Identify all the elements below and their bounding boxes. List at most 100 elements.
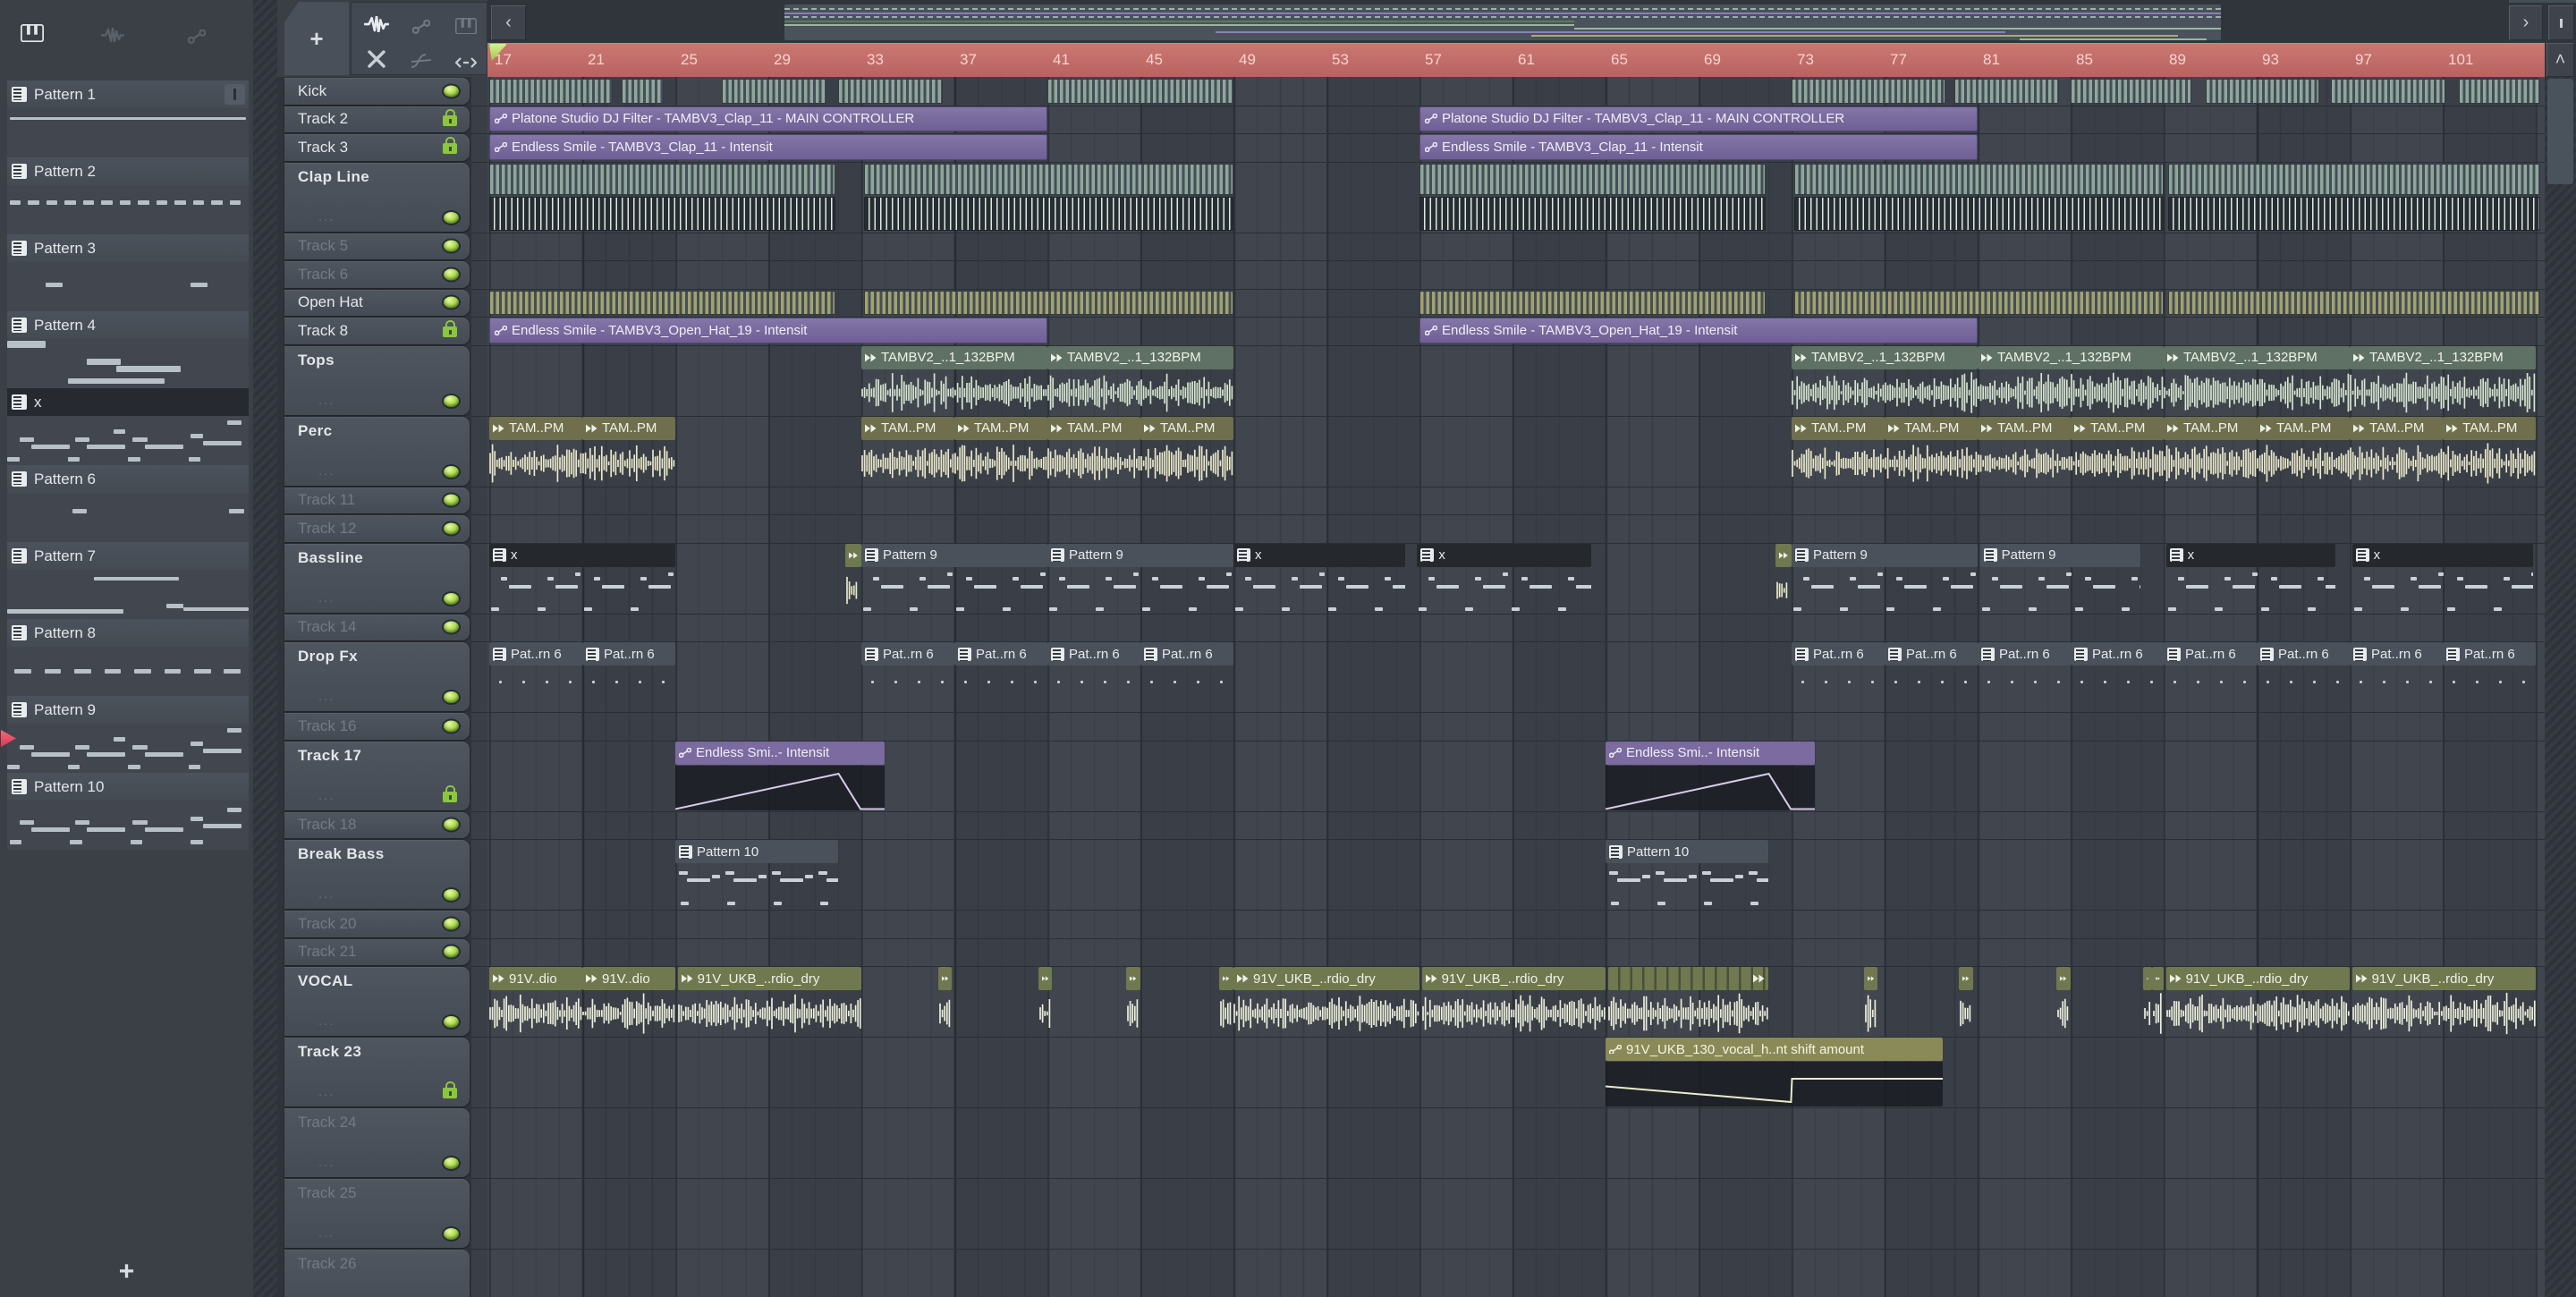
mute-led[interactable] <box>442 916 461 932</box>
track-header-track-12[interactable]: Track 12 <box>284 515 470 542</box>
lock-icon[interactable] <box>443 1081 457 1098</box>
cut-tool-icon[interactable] <box>360 46 393 72</box>
clap-pattern-clip[interactable] <box>1793 163 2164 195</box>
track-header-track-20[interactable]: Track 20 <box>284 911 470 937</box>
audio-slice-clip[interactable] <box>1959 967 1973 1036</box>
pattern-clip[interactable]: x <box>1233 543 1406 613</box>
mute-led[interactable] <box>442 521 461 537</box>
track-header-track-25[interactable]: Track 25... <box>284 1179 470 1248</box>
pattern-strip-clip[interactable] <box>2331 79 2445 104</box>
audio-slice-clip[interactable] <box>1863 967 1878 1036</box>
clap-pattern-clip[interactable] <box>2168 163 2541 195</box>
mute-led[interactable] <box>442 463 461 479</box>
pattern-clip[interactable]: Pattern 9 <box>1792 543 1978 613</box>
pattern-strip-clip[interactable] <box>489 290 836 315</box>
track-header-tops[interactable]: Tops... <box>284 345 470 415</box>
clap-pattern-clip[interactable] <box>1419 163 1767 195</box>
mute-led[interactable] <box>442 944 461 960</box>
audio-clip[interactable]: TAMBV2_..1_132BPM <box>1978 345 2164 415</box>
add-pattern-button[interactable]: + <box>0 1247 253 1297</box>
audio-clip[interactable]: 91V_UKB_..rdio_dry <box>2351 967 2536 1036</box>
track-header-track-11[interactable]: Track 11 <box>284 487 470 513</box>
piano-icon[interactable] <box>16 20 48 47</box>
automation-link-clip[interactable]: Endless Smile - TAMBV3_Open_Hat_19 - Int… <box>489 318 1047 343</box>
pattern-strip-clip[interactable] <box>2071 79 2192 104</box>
audio-clip[interactable]: TAM..PM <box>1978 416 2071 486</box>
track-header-track-6[interactable]: Track 6 <box>284 261 470 288</box>
clap-transients-clip[interactable] <box>2168 196 2541 231</box>
pattern-clip[interactable]: Pattern 9 <box>861 543 1047 613</box>
link-icon[interactable] <box>181 23 213 50</box>
pattern-item-pattern-9[interactable]: Pattern 9 <box>7 696 249 773</box>
vertical-scroll-area[interactable] <box>2545 77 2576 1297</box>
audio-clip[interactable]: TAM..PM <box>861 416 954 486</box>
pattern-strip-clip[interactable] <box>1954 79 2059 104</box>
slide-tool-icon[interactable] <box>405 47 437 74</box>
audio-slice-clip[interactable] <box>844 543 861 613</box>
automation-clip[interactable]: Endless Smi..- Intensit <box>1606 741 1815 810</box>
pattern-clip[interactable]: Pat..rn 6 <box>2164 642 2257 711</box>
sliced-vocal-clip[interactable] <box>1607 967 1768 1036</box>
pattern-strip-clip[interactable] <box>722 79 826 104</box>
track-header-track-3[interactable]: Track 3 <box>284 134 470 161</box>
track-header-open-hat[interactable]: Open Hat <box>284 289 470 316</box>
pattern-clip[interactable]: Pattern 9 <box>1047 543 1233 613</box>
audio-clip[interactable]: TAM..PM <box>582 416 675 486</box>
track-header-perc[interactable]: Perc... <box>284 416 470 486</box>
waveform-icon[interactable] <box>97 21 129 48</box>
pattern-clip[interactable]: Pat..rn 6 <box>1140 642 1233 711</box>
mute-led[interactable] <box>442 492 461 508</box>
audio-clip[interactable]: TAMBV2_..1_132BPM <box>861 345 1047 415</box>
track-header-track-16[interactable]: Track 16 <box>284 713 470 740</box>
mute-led[interactable] <box>442 1226 461 1242</box>
mute-led[interactable] <box>442 267 461 283</box>
pattern-strip-clip[interactable] <box>1793 290 2164 315</box>
mute-led[interactable] <box>442 619 461 635</box>
track-header-break-bass[interactable]: Break Bass... <box>284 840 470 909</box>
pattern-strip-clip[interactable] <box>1792 79 1945 104</box>
clap-transients-clip[interactable] <box>863 196 1233 231</box>
pattern-clip[interactable]: Pat..rn 6 <box>582 642 675 711</box>
horizontal-zoom-icon[interactable] <box>450 49 482 76</box>
mute-led[interactable] <box>442 690 461 705</box>
audio-clip[interactable]: TAM..PM <box>2350 416 2443 486</box>
pattern-item-pattern-6[interactable]: Pattern 6 <box>7 465 249 542</box>
mute-led[interactable] <box>442 718 461 734</box>
mute-led[interactable] <box>442 1014 461 1030</box>
clap-transients-clip[interactable] <box>1793 196 2164 231</box>
track-header-track-26[interactable]: Track 26... <box>284 1250 470 1297</box>
pattern-clip[interactable]: Pat..rn 6 <box>1885 642 1978 711</box>
pattern-clip[interactable]: x <box>489 543 675 613</box>
pattern-clip[interactable]: Pattern 10 <box>675 840 838 909</box>
audio-clip[interactable]: 91V..dio <box>582 967 675 1036</box>
lock-icon[interactable] <box>443 137 457 154</box>
audio-clip[interactable]: 91V_UKB_..rdio_dry <box>677 967 861 1036</box>
clap-transients-clip[interactable] <box>1419 196 1767 231</box>
pattern-strip-clip[interactable] <box>1047 79 1233 104</box>
audio-clip[interactable]: 91V_UKB_..rdio_dry <box>1233 967 1419 1036</box>
pattern-item-pattern-1[interactable]: Pattern 1 <box>7 81 249 157</box>
pattern-clip[interactable]: Pat..rn 6 <box>2350 642 2443 711</box>
pattern-clip[interactable]: x <box>2165 543 2336 613</box>
audio-clip[interactable]: TAM..PM <box>489 416 582 486</box>
pattern-item-pattern-7[interactable]: Pattern 7 <box>7 542 249 619</box>
audio-clip[interactable]: 91V_UKB_..rdio_dry <box>2165 967 2350 1036</box>
mute-led[interactable] <box>442 590 461 606</box>
scroll-up-button[interactable]: ˄ <box>2546 43 2574 77</box>
mute-led[interactable] <box>442 1156 461 1171</box>
mute-led[interactable] <box>442 817 461 833</box>
pattern-clip[interactable]: Pat..rn 6 <box>1047 642 1140 711</box>
pattern-clip[interactable]: Pat..rn 6 <box>2071 642 2164 711</box>
pattern-strip-clip[interactable] <box>622 79 664 104</box>
audio-slice-clip[interactable] <box>1038 967 1053 1036</box>
mute-led[interactable] <box>442 393 461 409</box>
audio-clip[interactable]: TAMBV2_..1_132BPM <box>2350 345 2536 415</box>
audio-clip[interactable]: TAM..PM <box>2443 416 2536 486</box>
scroll-left-button[interactable]: ‹ <box>491 5 526 40</box>
clap-pattern-clip[interactable] <box>489 163 836 195</box>
pattern-clip[interactable]: Pat..rn 6 <box>954 642 1047 711</box>
pattern-strip-clip[interactable] <box>2459 79 2541 104</box>
pattern-clip[interactable]: Pat..rn 6 <box>489 642 582 711</box>
pattern-item-pattern-2[interactable]: Pattern 2 <box>7 157 249 234</box>
pattern-item-x[interactable]: x <box>7 388 249 465</box>
